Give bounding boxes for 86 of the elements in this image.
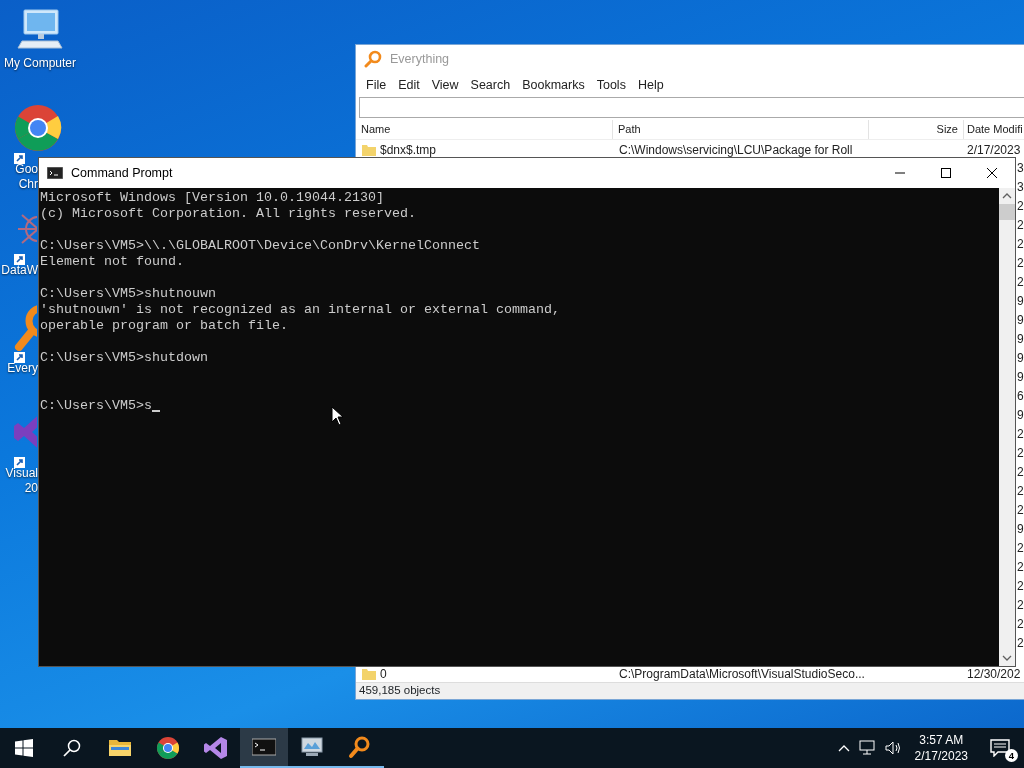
menu-item[interactable]: View [425, 75, 465, 95]
network-icon[interactable] [858, 740, 877, 756]
menu-item[interactable]: File [360, 75, 393, 95]
magnifier-icon [348, 735, 372, 759]
studio-icon [204, 736, 228, 760]
column-header[interactable]: Size [869, 120, 964, 139]
file-date: 2 [1017, 596, 1024, 614]
file-date: 3 [1017, 159, 1024, 177]
console-icon [47, 167, 63, 179]
window-title: Everything [390, 50, 450, 68]
file-date: 2 [1017, 577, 1024, 595]
file-date: 9 [1017, 406, 1024, 424]
menu-item[interactable]: Edit [392, 75, 426, 95]
file-date: 2 [1017, 634, 1024, 652]
file-path: C:\Windows\servicing\LCU\Package for Roll [618, 141, 854, 159]
console-line: C:\Users\VM5>shutdown [40, 350, 209, 366]
menu-item[interactable]: Tools [590, 75, 632, 95]
file-date: 2 [1017, 235, 1024, 253]
column-header[interactable]: Name [356, 120, 613, 139]
window-title: Command Prompt [71, 164, 174, 182]
file-date: 9 [1017, 520, 1024, 538]
clock-time[interactable]: 3:57 AM [914, 732, 968, 748]
icon-label[interactable]: My Computer [0, 56, 80, 71]
monitor-icon [300, 735, 324, 759]
icon-label[interactable]: DataW [0, 263, 38, 278]
column-header[interactable]: Date Modifi [964, 120, 1024, 139]
close-icon [987, 168, 997, 178]
magnifier-icon [364, 50, 382, 68]
file-date: 12/30/202 [966, 666, 1021, 683]
icon-label[interactable]: Every [0, 361, 38, 376]
icon-label[interactable]: 20 [0, 481, 38, 496]
file-date: 9 [1017, 292, 1024, 310]
file-name: $dnx$.tmp [380, 141, 437, 159]
file-date: 2 [1017, 273, 1024, 291]
menu-item[interactable]: Help [631, 75, 670, 95]
file-date: 2 [1017, 501, 1024, 519]
search-field[interactable] [359, 97, 1024, 118]
windows-logo-icon [15, 739, 33, 757]
icon-label[interactable]: Visual [0, 466, 38, 481]
file-date: 2 [1017, 197, 1024, 215]
mouse-pointer-icon [331, 406, 345, 426]
icon-label[interactable]: Goo [0, 162, 38, 177]
menu-item[interactable]: Search [464, 75, 517, 95]
file-date: 6 [1017, 387, 1024, 405]
file-date: 2 [1017, 216, 1024, 234]
file-path: C:\ProgramData\Microsoft\VisualStudioSeco... [618, 666, 866, 683]
file-date: 2 [1017, 539, 1024, 557]
file-name: 0 [380, 666, 387, 683]
icon-label[interactable]: Chr [0, 177, 38, 192]
file-date: 2 [1017, 463, 1024, 481]
file-date: 9 [1017, 330, 1024, 348]
message-icon [990, 739, 1010, 757]
file-date: 2 [1017, 425, 1024, 443]
console-line: Element not found. [40, 254, 185, 270]
file-date: 2 [1017, 482, 1024, 500]
speaker-icon[interactable] [884, 740, 903, 756]
file-date: 9 [1017, 311, 1024, 329]
clock-date[interactable]: 2/17/2023 [914, 748, 968, 764]
taskbar-app-button[interactable] [240, 728, 288, 768]
menu-item[interactable]: Bookmarks [516, 75, 591, 95]
column-header[interactable]: Path [613, 120, 869, 139]
file-date: 2/17/2023 [966, 141, 1021, 159]
file-date: 9 [1017, 349, 1024, 367]
console-line: C:\Users\VM5>\\.\GLOBALROOT\Device\ConDrv\KernelConnect [40, 238, 481, 254]
file-date: 2 [1017, 254, 1024, 272]
status-bar: 459,185 objects [356, 682, 1024, 699]
console-line: C:\Users\VM5>s [40, 398, 152, 414]
search-icon [63, 739, 81, 757]
maximize-icon [941, 168, 951, 178]
notification-count: 4 [1005, 749, 1018, 762]
scrollbar-thumb[interactable] [999, 204, 1015, 220]
console-line: Microsoft Windows [Version 10.0.19044.2130] [40, 190, 385, 206]
console-line: (c) Microsoft Corporation. All rights reserved. [40, 206, 417, 222]
file-date: 2 [1017, 558, 1024, 576]
file-date: 2 [1017, 444, 1024, 462]
file-date: 3 [1017, 178, 1024, 196]
chrome-icon[interactable] [14, 104, 62, 152]
file-date: 9 [1017, 368, 1024, 386]
console-icon [252, 735, 276, 759]
file-date: 2 [1017, 615, 1024, 633]
console-line: C:\Users\VM5>shutnouwn [40, 286, 217, 302]
console-line: operable program or batch file. [40, 318, 289, 334]
console-line: 'shutnouwn' is not recognized as an internal or external command, [40, 302, 561, 318]
notification-button[interactable]: 4 [976, 728, 1024, 768]
chrome-icon [156, 736, 180, 760]
computer-icon[interactable] [16, 8, 64, 50]
